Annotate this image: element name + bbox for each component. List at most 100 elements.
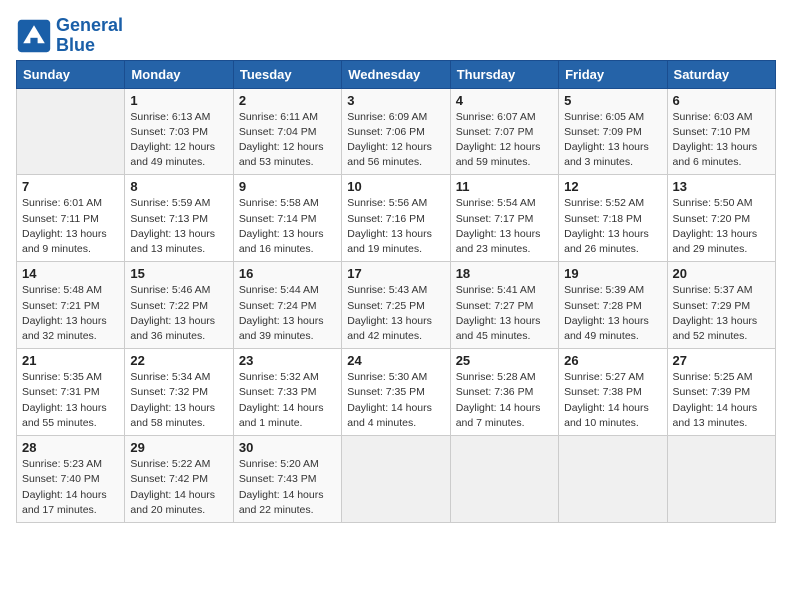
day-info: Sunrise: 6:11 AM Sunset: 7:04 PM Dayligh… (239, 110, 336, 171)
day-info: Sunrise: 5:59 AM Sunset: 7:13 PM Dayligh… (130, 196, 227, 257)
day-info: Sunrise: 5:56 AM Sunset: 7:16 PM Dayligh… (347, 196, 444, 257)
page-header: GeneralBlue (16, 16, 776, 56)
calendar-week-row: 7 Sunrise: 6:01 AM Sunset: 7:11 PM Daylig… (17, 175, 776, 262)
day-info: Sunrise: 5:46 AM Sunset: 7:22 PM Dayligh… (130, 283, 227, 344)
calendar-cell: 1Sunrise: 6:13 AM Sunset: 7:03 PM Daylig… (125, 88, 233, 175)
calendar-cell: 22Sunrise: 5:34 AM Sunset: 7:32 PM Dayli… (125, 349, 233, 436)
day-number: 16 (239, 266, 336, 281)
day-info: Sunrise: 5:41 AM Sunset: 7:27 PM Dayligh… (456, 283, 553, 344)
day-number: 2 (239, 93, 336, 108)
day-info: Sunrise: 6:05 AM Sunset: 7:09 PM Dayligh… (564, 110, 661, 171)
day-info: Sunrise: 5:28 AM Sunset: 7:36 PM Dayligh… (456, 370, 553, 431)
calendar-cell: 15 Sunrise: 5:46 AM Sunset: 7:22 PM Dayli… (125, 262, 233, 349)
day-info: Sunrise: 5:58 AM Sunset: 7:14 PM Dayligh… (239, 196, 336, 257)
day-number: 30 (239, 440, 336, 455)
calendar-cell (342, 436, 450, 523)
day-info: Sunrise: 5:37 AM Sunset: 7:29 PM Dayligh… (673, 283, 770, 344)
day-info: Sunrise: 5:52 AM Sunset: 7:18 PM Dayligh… (564, 196, 661, 257)
calendar-cell: 28Sunrise: 5:23 AM Sunset: 7:40 PM Dayli… (17, 436, 125, 523)
logo: GeneralBlue (16, 16, 123, 56)
weekday-header: Monday (125, 60, 233, 88)
day-number: 14 (22, 266, 119, 281)
calendar-cell: 3 Sunrise: 6:09 AM Sunset: 7:06 PM Daylig… (342, 88, 450, 175)
calendar-cell (17, 88, 125, 175)
day-number: 12 (564, 179, 661, 194)
day-info: Sunrise: 6:01 AM Sunset: 7:11 PM Dayligh… (22, 196, 119, 257)
calendar-cell (559, 436, 667, 523)
calendar-cell: 21 Sunrise: 5:35 AM Sunset: 7:31 PM Dayli… (17, 349, 125, 436)
day-info: Sunrise: 6:09 AM Sunset: 7:06 PM Dayligh… (347, 110, 444, 171)
day-info: Sunrise: 5:25 AM Sunset: 7:39 PM Dayligh… (673, 370, 770, 431)
day-number: 18 (456, 266, 553, 281)
day-number: 3 (347, 93, 444, 108)
calendar-week-row: 21 Sunrise: 5:35 AM Sunset: 7:31 PM Dayli… (17, 349, 776, 436)
day-info: Sunrise: 5:20 AM Sunset: 7:43 PM Dayligh… (239, 457, 336, 518)
day-number: 7 (22, 179, 119, 194)
calendar-cell: 19Sunrise: 5:39 AM Sunset: 7:28 PM Dayli… (559, 262, 667, 349)
calendar-cell: 24Sunrise: 5:30 AM Sunset: 7:35 PM Dayli… (342, 349, 450, 436)
calendar-cell: 7 Sunrise: 6:01 AM Sunset: 7:11 PM Daylig… (17, 175, 125, 262)
day-info: Sunrise: 6:03 AM Sunset: 7:10 PM Dayligh… (673, 110, 770, 171)
day-number: 17 (347, 266, 444, 281)
calendar-cell: 14 Sunrise: 5:48 AM Sunset: 7:21 PM Dayli… (17, 262, 125, 349)
calendar-cell: 6 Sunrise: 6:03 AM Sunset: 7:10 PM Daylig… (667, 88, 775, 175)
day-number: 4 (456, 93, 553, 108)
weekday-header: Wednesday (342, 60, 450, 88)
calendar-cell: 20 Sunrise: 5:37 AM Sunset: 7:29 PM Dayli… (667, 262, 775, 349)
day-info: Sunrise: 5:27 AM Sunset: 7:38 PM Dayligh… (564, 370, 661, 431)
calendar-cell (450, 436, 558, 523)
day-number: 24 (347, 353, 444, 368)
day-info: Sunrise: 5:22 AM Sunset: 7:42 PM Dayligh… (130, 457, 227, 518)
calendar-week-row: 14 Sunrise: 5:48 AM Sunset: 7:21 PM Dayli… (17, 262, 776, 349)
calendar-cell: 8 Sunrise: 5:59 AM Sunset: 7:13 PM Daylig… (125, 175, 233, 262)
calendar-week-row: 1Sunrise: 6:13 AM Sunset: 7:03 PM Daylig… (17, 88, 776, 175)
calendar-cell (667, 436, 775, 523)
calendar-cell: 10 Sunrise: 5:56 AM Sunset: 7:16 PM Dayli… (342, 175, 450, 262)
calendar-cell: 27Sunrise: 5:25 AM Sunset: 7:39 PM Dayli… (667, 349, 775, 436)
calendar-cell: 4 Sunrise: 6:07 AM Sunset: 7:07 PM Daylig… (450, 88, 558, 175)
day-number: 6 (673, 93, 770, 108)
calendar-cell: 23Sunrise: 5:32 AM Sunset: 7:33 PM Dayli… (233, 349, 341, 436)
calendar-cell: 30 Sunrise: 5:20 AM Sunset: 7:43 PM Dayli… (233, 436, 341, 523)
day-number: 15 (130, 266, 227, 281)
day-info: Sunrise: 5:44 AM Sunset: 7:24 PM Dayligh… (239, 283, 336, 344)
day-number: 28 (22, 440, 119, 455)
day-info: Sunrise: 5:34 AM Sunset: 7:32 PM Dayligh… (130, 370, 227, 431)
day-number: 26 (564, 353, 661, 368)
day-number: 10 (347, 179, 444, 194)
logo-icon (16, 18, 52, 54)
calendar-table: SundayMondayTuesdayWednesdayThursdayFrid… (16, 60, 776, 523)
day-number: 13 (673, 179, 770, 194)
logo-text: GeneralBlue (56, 16, 123, 56)
day-info: Sunrise: 5:50 AM Sunset: 7:20 PM Dayligh… (673, 196, 770, 257)
day-info: Sunrise: 5:43 AM Sunset: 7:25 PM Dayligh… (347, 283, 444, 344)
calendar-cell: 2 Sunrise: 6:11 AM Sunset: 7:04 PM Daylig… (233, 88, 341, 175)
calendar-cell: 16 Sunrise: 5:44 AM Sunset: 7:24 PM Dayli… (233, 262, 341, 349)
calendar-cell: 9 Sunrise: 5:58 AM Sunset: 7:14 PM Daylig… (233, 175, 341, 262)
weekday-header: Friday (559, 60, 667, 88)
day-number: 25 (456, 353, 553, 368)
day-info: Sunrise: 5:35 AM Sunset: 7:31 PM Dayligh… (22, 370, 119, 431)
calendar-cell: 18 Sunrise: 5:41 AM Sunset: 7:27 PM Dayli… (450, 262, 558, 349)
day-number: 20 (673, 266, 770, 281)
calendar-cell: 5 Sunrise: 6:05 AM Sunset: 7:09 PM Daylig… (559, 88, 667, 175)
day-info: Sunrise: 6:13 AM Sunset: 7:03 PM Dayligh… (130, 110, 227, 171)
calendar-cell: 12 Sunrise: 5:52 AM Sunset: 7:18 PM Dayli… (559, 175, 667, 262)
day-number: 29 (130, 440, 227, 455)
day-number: 8 (130, 179, 227, 194)
day-number: 19 (564, 266, 661, 281)
calendar-week-row: 28Sunrise: 5:23 AM Sunset: 7:40 PM Dayli… (17, 436, 776, 523)
calendar-header-row: SundayMondayTuesdayWednesdayThursdayFrid… (17, 60, 776, 88)
day-info: Sunrise: 5:48 AM Sunset: 7:21 PM Dayligh… (22, 283, 119, 344)
day-number: 5 (564, 93, 661, 108)
day-number: 9 (239, 179, 336, 194)
day-info: Sunrise: 6:07 AM Sunset: 7:07 PM Dayligh… (456, 110, 553, 171)
day-info: Sunrise: 5:54 AM Sunset: 7:17 PM Dayligh… (456, 196, 553, 257)
calendar-cell: 13 Sunrise: 5:50 AM Sunset: 7:20 PM Dayli… (667, 175, 775, 262)
day-info: Sunrise: 5:32 AM Sunset: 7:33 PM Dayligh… (239, 370, 336, 431)
day-number: 21 (22, 353, 119, 368)
calendar-cell: 29 Sunrise: 5:22 AM Sunset: 7:42 PM Dayli… (125, 436, 233, 523)
weekday-header: Thursday (450, 60, 558, 88)
weekday-header: Tuesday (233, 60, 341, 88)
calendar-cell: 25 Sunrise: 5:28 AM Sunset: 7:36 PM Dayli… (450, 349, 558, 436)
